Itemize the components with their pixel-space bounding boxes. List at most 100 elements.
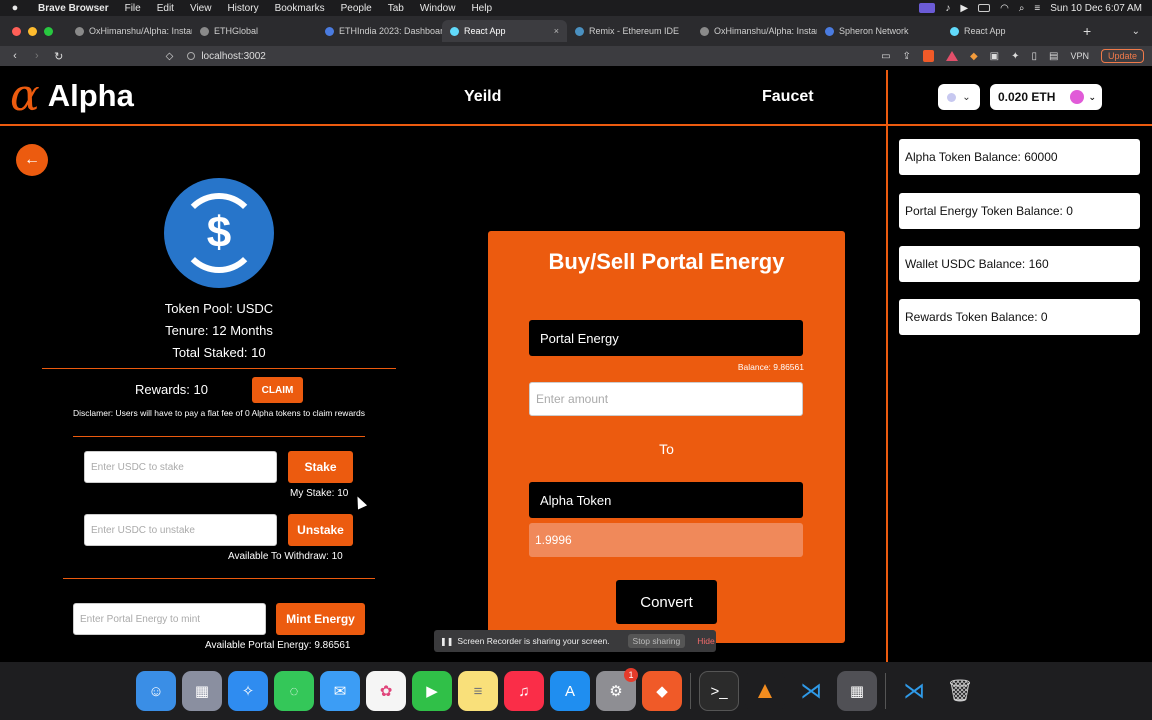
pause-icon[interactable]: ❚❚ bbox=[440, 637, 453, 646]
extension-icon[interactable]: ▣ bbox=[990, 51, 999, 62]
vscode-icon[interactable]: ⋊ bbox=[791, 671, 831, 711]
metamask-icon[interactable]: ◆ bbox=[970, 51, 978, 62]
battery-icon[interactable] bbox=[978, 4, 991, 12]
menu-file[interactable]: File bbox=[117, 3, 149, 14]
nav-link-faucet[interactable]: Faucet bbox=[762, 88, 814, 106]
minimize-window-icon[interactable] bbox=[28, 26, 37, 36]
nav-link-yeild[interactable]: Yeild bbox=[464, 88, 501, 106]
trash-icon[interactable]: 🗑 bbox=[940, 671, 980, 711]
mint-energy-button[interactable]: Mint Energy bbox=[276, 603, 365, 635]
stop-sharing-button[interactable]: Stop sharing bbox=[627, 634, 686, 648]
share-icon[interactable]: ⇪ bbox=[903, 51, 911, 62]
url-field[interactable]: localhost:3002 bbox=[187, 51, 881, 62]
new-tab-icon[interactable]: + bbox=[1083, 23, 1091, 39]
music-icon[interactable]: ♫ bbox=[504, 671, 544, 711]
launchpad-icon[interactable]: ▦ bbox=[182, 671, 222, 711]
facetime-icon[interactable]: ▶ bbox=[412, 671, 452, 711]
browser-tab[interactable]: Spheron Network bbox=[817, 20, 942, 42]
apple-menu-icon[interactable]: ● bbox=[0, 2, 30, 14]
tab-list-chevron-icon[interactable]: ⌄ bbox=[1132, 26, 1152, 37]
cast-icon[interactable]: ▭ bbox=[881, 51, 890, 62]
unstake-input[interactable]: Enter USDC to unstake bbox=[84, 514, 277, 546]
stake-input[interactable]: Enter USDC to stake bbox=[84, 451, 277, 483]
browser-tab-active[interactable]: React App × bbox=[442, 20, 567, 42]
dock-separator bbox=[885, 673, 886, 709]
browser-tab[interactable]: React App bbox=[942, 20, 1067, 42]
vpn-button[interactable]: VPN bbox=[1070, 51, 1089, 61]
amount-input[interactable]: Enter amount bbox=[529, 382, 803, 416]
github-icon bbox=[75, 26, 84, 36]
menu-app-name[interactable]: Brave Browser bbox=[30, 3, 117, 14]
reload-icon[interactable]: ↻ bbox=[52, 50, 66, 63]
menu-bookmarks[interactable]: Bookmarks bbox=[267, 3, 333, 14]
calculator-icon[interactable]: ▦ bbox=[837, 671, 877, 711]
tab-label: Remix - Ethereum IDE bbox=[589, 26, 680, 36]
to-token-select[interactable]: Alpha Token bbox=[529, 482, 803, 518]
brave-icon[interactable]: ◆ bbox=[642, 671, 682, 711]
browser-tab[interactable]: OxHimanshu/Alpha: Instan bbox=[692, 20, 817, 42]
vlc-icon[interactable]: ▲ bbox=[745, 671, 785, 711]
menu-people[interactable]: People bbox=[333, 3, 380, 14]
menu-view[interactable]: View bbox=[182, 3, 220, 14]
unstake-button[interactable]: Unstake bbox=[288, 514, 353, 546]
menu-help[interactable]: Help bbox=[463, 3, 500, 14]
chain-selector[interactable]: ⌄ bbox=[938, 84, 980, 110]
update-button[interactable]: Update bbox=[1100, 49, 1144, 63]
brave-rewards-icon[interactable] bbox=[945, 51, 958, 61]
browser-tab-bar: OxHimanshu/Alpha: Instan ETHGlobal ETHIn… bbox=[0, 16, 1152, 46]
safari-icon[interactable]: ✧ bbox=[228, 671, 268, 711]
terminal-icon[interactable]: >_ bbox=[699, 671, 739, 711]
control-center-icon[interactable]: ≡ bbox=[1034, 3, 1040, 14]
photos-icon[interactable]: ✿ bbox=[366, 671, 406, 711]
convert-button[interactable]: Convert bbox=[616, 580, 717, 624]
maximize-window-icon[interactable] bbox=[44, 26, 53, 36]
play-icon[interactable]: ▶ bbox=[960, 3, 968, 14]
app-store-icon[interactable]: A bbox=[550, 671, 590, 711]
mint-input[interactable]: Enter Portal Energy to mint bbox=[73, 603, 266, 635]
browser-tab[interactable]: ETHIndia 2023: Dashboar bbox=[317, 20, 442, 42]
top-navbar: α Alpha Yeild Faucet bbox=[0, 66, 886, 126]
account-button[interactable]: 0.020 ETH ⌄ bbox=[990, 84, 1102, 110]
mail-icon[interactable]: ✉ bbox=[320, 671, 360, 711]
system-settings-icon[interactable]: ⚙ 1 bbox=[596, 668, 638, 711]
stake-button[interactable]: Stake bbox=[288, 451, 353, 483]
search-icon[interactable]: ⌕ bbox=[1019, 3, 1025, 14]
browser-tab[interactable]: Remix - Ethereum IDE bbox=[567, 20, 692, 42]
tab-label: Spheron Network bbox=[839, 26, 909, 36]
claim-button[interactable]: CLAIM bbox=[252, 377, 303, 403]
from-token-select[interactable]: Portal Energy bbox=[529, 320, 803, 356]
notes-icon[interactable]: ≡ bbox=[458, 671, 498, 711]
site-info-icon[interactable] bbox=[187, 52, 196, 60]
tenure: Tenure: 12 Months bbox=[165, 323, 273, 338]
puzzle-icon[interactable]: ✦ bbox=[1011, 51, 1019, 62]
from-balance: Balance: 9.86561 bbox=[737, 362, 804, 372]
forward-icon[interactable]: › bbox=[30, 50, 44, 62]
wallet-bar: ⌄ 0.020 ETH ⌄ bbox=[888, 66, 1152, 126]
brave-shields-icon[interactable] bbox=[922, 50, 934, 62]
github-icon bbox=[700, 26, 709, 36]
back-icon[interactable]: ‹ bbox=[8, 50, 22, 62]
close-tab-icon[interactable]: × bbox=[554, 26, 559, 36]
menu-edit[interactable]: Edit bbox=[149, 3, 182, 14]
alpha-logo[interactable]: α Alpha bbox=[10, 74, 134, 118]
wifi-icon[interactable]: ◠ bbox=[1000, 3, 1009, 14]
clock[interactable]: Sun 10 Dec 6:07 AM bbox=[1050, 3, 1142, 14]
vscode-icon[interactable]: ⋊ bbox=[894, 671, 934, 711]
close-window-icon[interactable] bbox=[12, 26, 21, 36]
wallet-icon[interactable]: ▤ bbox=[1049, 51, 1058, 62]
finder-icon[interactable]: ☺ bbox=[136, 671, 176, 711]
menu-history[interactable]: History bbox=[219, 3, 266, 14]
browser-tab[interactable]: ETHGlobal bbox=[192, 20, 317, 42]
chevron-down-icon: ⌄ bbox=[962, 91, 971, 103]
hide-button[interactable]: Hide bbox=[697, 636, 714, 646]
menu-tab[interactable]: Tab bbox=[380, 3, 412, 14]
microphone-icon[interactable]: ♪ bbox=[945, 3, 950, 14]
browser-tab[interactable]: OxHimanshu/Alpha: Instan bbox=[67, 20, 192, 42]
swap-title: Buy/Sell Portal Energy bbox=[548, 249, 785, 274]
bookmark-icon[interactable]: ◇ bbox=[166, 51, 174, 62]
sidebar-icon[interactable]: ▯ bbox=[1031, 51, 1037, 62]
screen-share-icon[interactable] bbox=[919, 3, 936, 13]
messages-icon[interactable]: ◌ bbox=[274, 671, 314, 711]
back-button[interactable]: ← bbox=[16, 144, 48, 176]
menu-window[interactable]: Window bbox=[412, 3, 464, 14]
